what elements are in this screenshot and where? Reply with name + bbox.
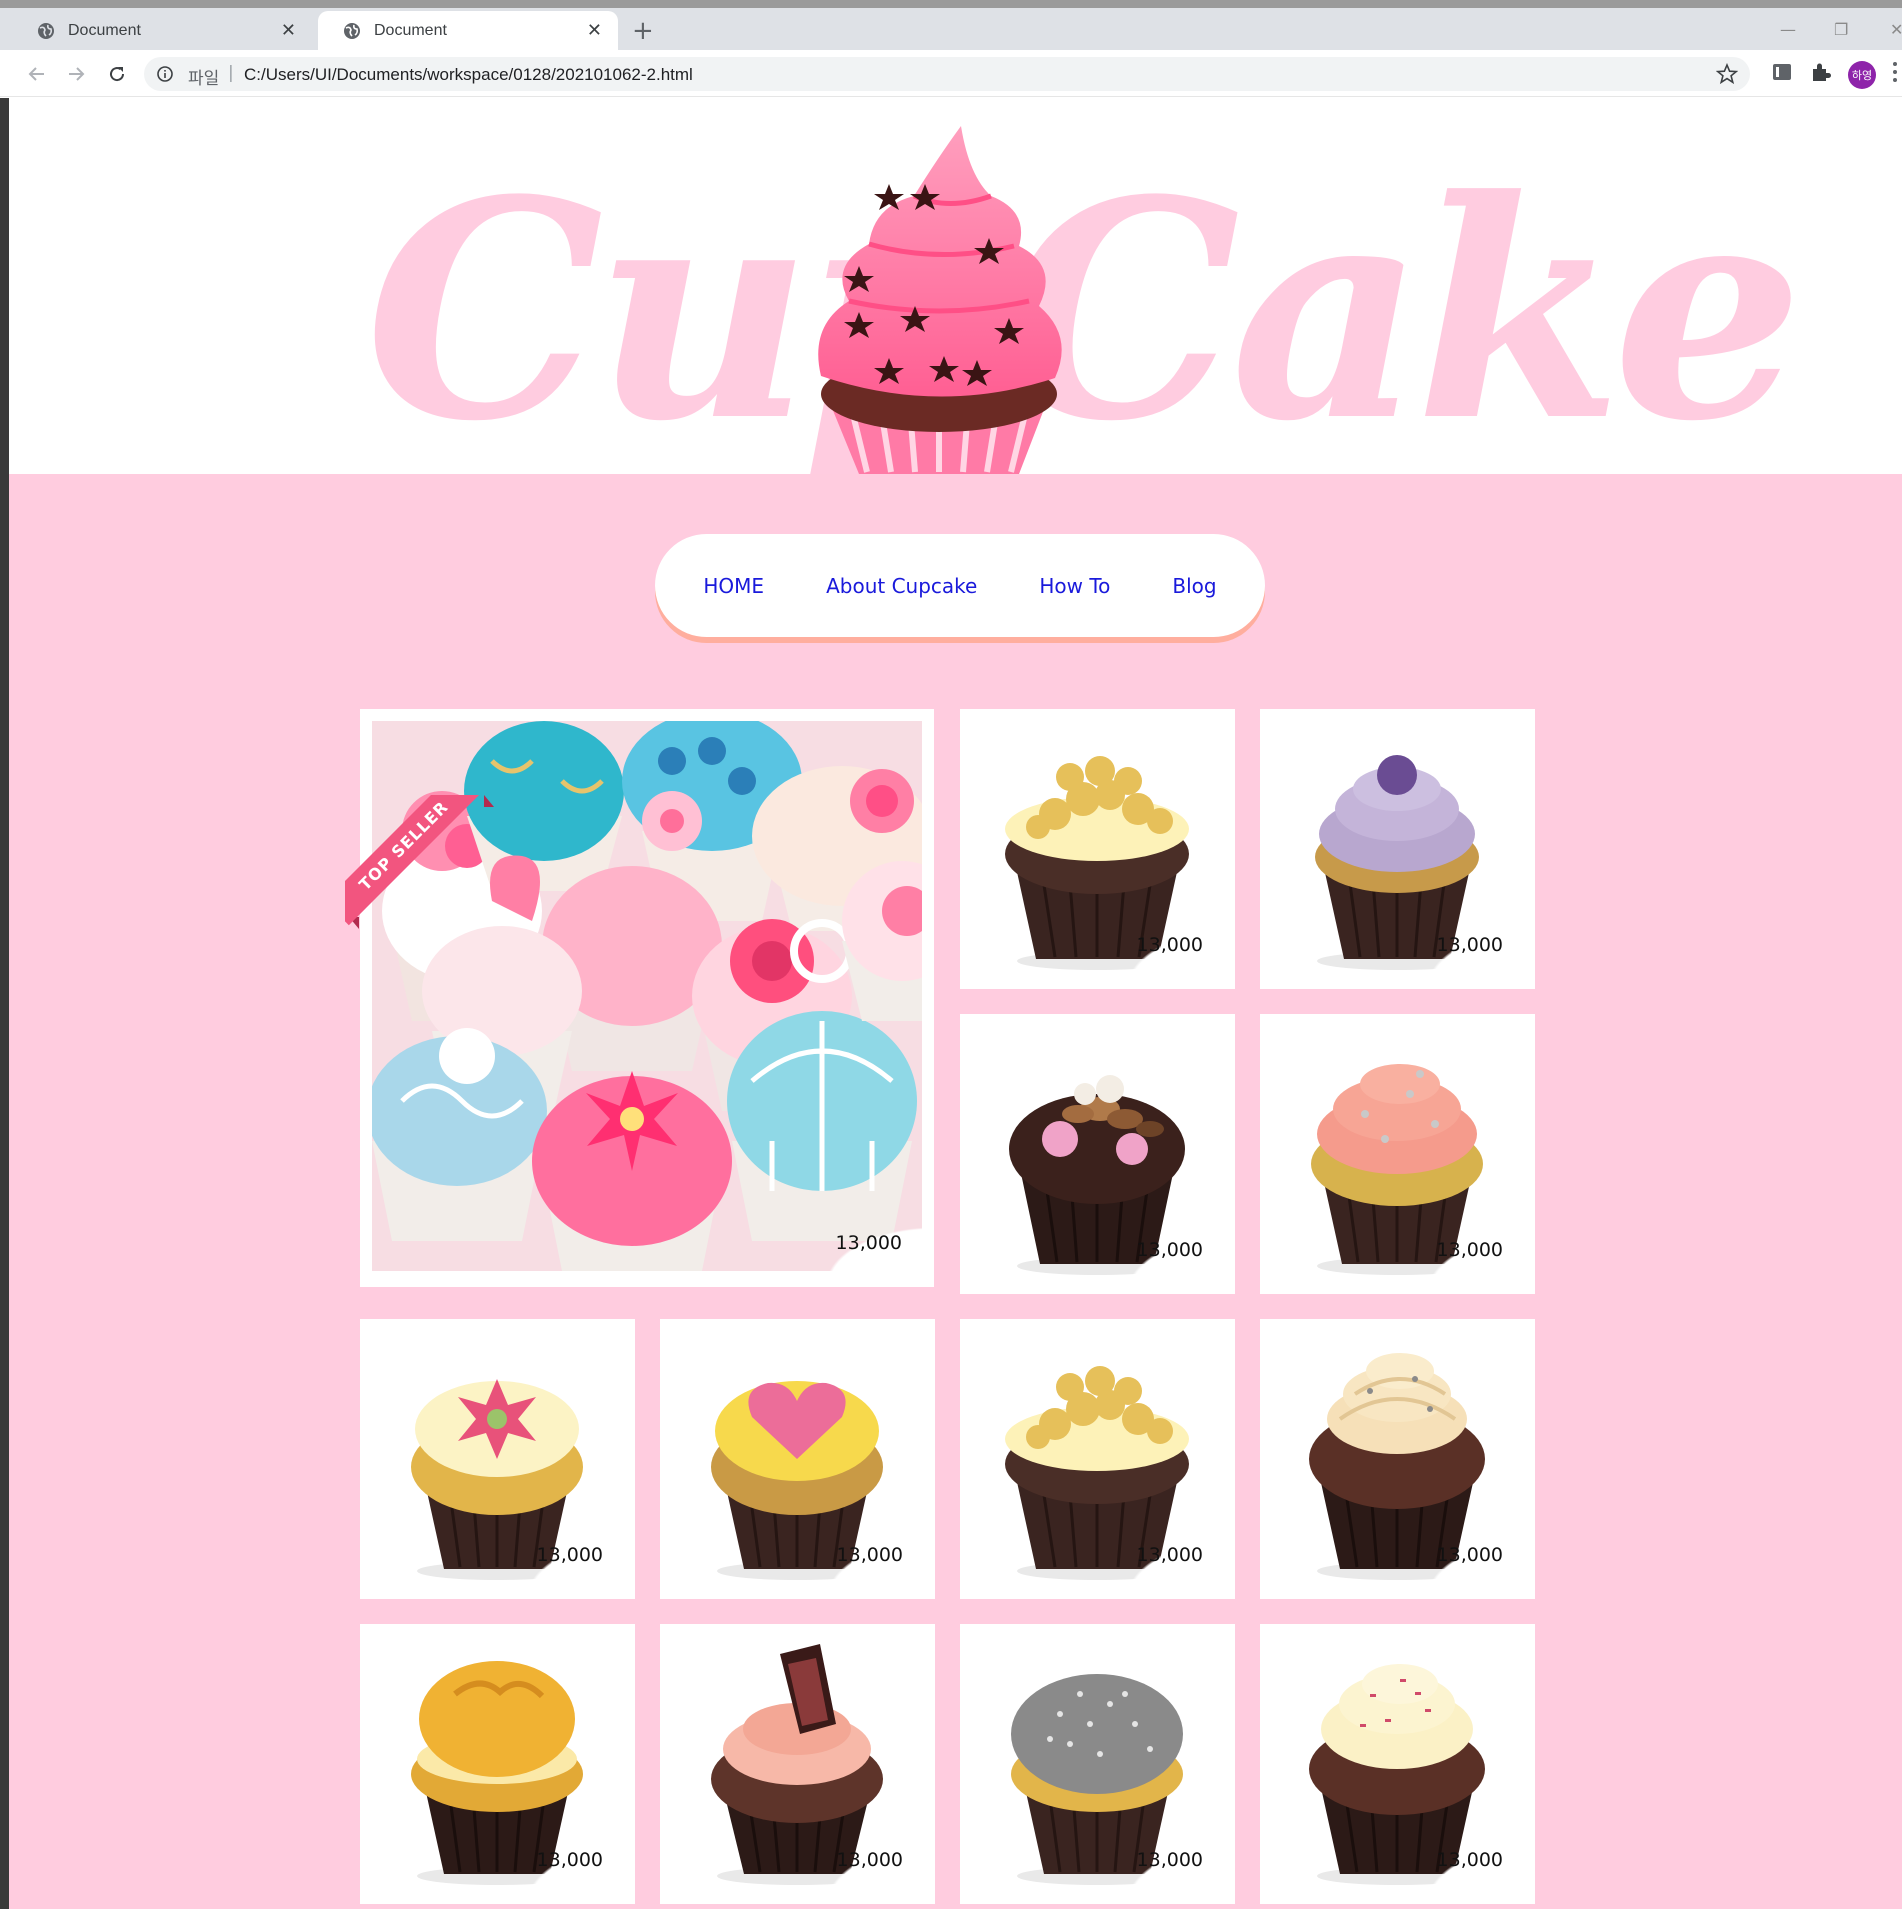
- new-tab-button[interactable]: +: [632, 18, 654, 44]
- price-tag-background: [1115, 1533, 1235, 1599]
- tab-title: Document: [68, 21, 141, 39]
- star-icon[interactable]: [1716, 63, 1738, 85]
- price-label: 13,000: [835, 1232, 902, 1254]
- price-tag-background: [1415, 1838, 1535, 1904]
- site-header: CupCake: [9, 98, 1902, 474]
- product-card[interactable]: 13,000: [960, 709, 1235, 989]
- page-viewport: CupCake HOME About Cupcake How To Blog 1…: [9, 98, 1902, 1909]
- product-card[interactable]: 13,000: [1260, 1624, 1535, 1904]
- price-label: 13,000: [1436, 1239, 1503, 1261]
- globe-icon: [38, 22, 54, 39]
- price-label: 13,000: [1136, 934, 1203, 956]
- price-label: 13,000: [1436, 1544, 1503, 1566]
- product-card[interactable]: 13,000: [660, 1319, 935, 1599]
- price-tag-background: [1115, 923, 1235, 989]
- globe-icon: [344, 22, 360, 39]
- browser-toolbar: 파일 | C:/Users/UI/Documents/workspace/012…: [0, 50, 1902, 97]
- tab-document-2[interactable]: Document ✕: [318, 11, 618, 50]
- window-left-edge: [0, 98, 9, 1909]
- price-label: 13,000: [836, 1544, 903, 1566]
- product-card[interactable]: 13,000: [960, 1319, 1235, 1599]
- close-tab-icon[interactable]: ✕: [281, 20, 296, 40]
- price-label: 13,000: [1436, 1849, 1503, 1871]
- price-label: 13,000: [536, 1544, 603, 1566]
- close-tab-icon[interactable]: ✕: [587, 20, 602, 40]
- price-tag-background: [1415, 923, 1535, 989]
- forward-arrow-icon: [69, 67, 85, 81]
- nav-how-to[interactable]: How To: [1039, 574, 1110, 598]
- product-card[interactable]: 13,000: [960, 1624, 1235, 1904]
- nav-about-cupcake[interactable]: About Cupcake: [826, 574, 977, 598]
- product-card[interactable]: 13,000: [1260, 709, 1535, 989]
- reader-icon[interactable]: [1771, 61, 1793, 83]
- tab-strip: Document ✕ Document ✕ + — ❐ ✕: [0, 8, 1902, 50]
- info-icon[interactable]: [156, 65, 174, 83]
- back-button[interactable]: [24, 61, 50, 87]
- price-label: 13,000: [536, 1849, 603, 1871]
- product-card[interactable]: 13,000: [360, 1624, 635, 1904]
- price-tag-background: [815, 1533, 935, 1599]
- top-seller-label: TOP SELLER: [345, 795, 484, 926]
- minimize-icon[interactable]: —: [1780, 20, 1796, 39]
- product-card[interactable]: 13,000: [360, 1319, 635, 1599]
- price-label: 13,000: [1436, 934, 1503, 956]
- window-close-icon[interactable]: ✕: [1890, 20, 1902, 39]
- top-seller-ribbon: TOP SELLER: [345, 795, 505, 955]
- price-tag-background: [1415, 1228, 1535, 1294]
- url-text[interactable]: C:/Users/UI/Documents/workspace/0128/202…: [244, 65, 693, 85]
- puzzle-icon[interactable]: [1810, 61, 1832, 83]
- product-card[interactable]: 13,000: [1260, 1014, 1535, 1294]
- price-label: 13,000: [836, 1849, 903, 1871]
- price-tag-background: [515, 1838, 635, 1904]
- restore-icon[interactable]: ❐: [1834, 20, 1848, 39]
- menu-icon[interactable]: [1893, 62, 1899, 86]
- tab-document-1[interactable]: Document ✕: [12, 11, 312, 50]
- address-bar[interactable]: 파일 | C:/Users/UI/Documents/workspace/012…: [144, 57, 1750, 91]
- reload-icon: [110, 67, 125, 82]
- product-card[interactable]: 13,000: [1260, 1319, 1535, 1599]
- product-card[interactable]: 13,000: [660, 1624, 935, 1904]
- back-arrow-icon: [28, 67, 44, 81]
- window-top-border: [0, 0, 1902, 8]
- price-tag-background: [814, 1221, 934, 1287]
- price-label: 13,000: [1136, 1239, 1203, 1261]
- price-tag-background: [1415, 1533, 1535, 1599]
- forward-button[interactable]: [63, 61, 89, 87]
- profile-avatar[interactable]: 하영: [1848, 61, 1876, 89]
- browser-window: { "browser": { "tabs": [ {"title": "Docu…: [0, 0, 1902, 1909]
- product-card[interactable]: 13,000: [960, 1014, 1235, 1294]
- nav-blog[interactable]: Blog: [1172, 574, 1216, 598]
- main-nav: HOME About Cupcake How To Blog: [655, 534, 1265, 637]
- price-tag-background: [1115, 1838, 1235, 1904]
- nav-home[interactable]: HOME: [703, 574, 764, 598]
- scheme-separator: |: [228, 63, 234, 83]
- cupcake-logo-icon: [818, 126, 1062, 474]
- price-tag-background: [815, 1838, 935, 1904]
- price-tag-background: [515, 1533, 635, 1599]
- tab-title: Document: [374, 21, 447, 39]
- reload-button[interactable]: [104, 61, 130, 87]
- price-label: 13,000: [1136, 1544, 1203, 1566]
- price-tag-background: [1115, 1228, 1235, 1294]
- scheme-label: 파일: [188, 69, 220, 89]
- price-label: 13,000: [1136, 1849, 1203, 1871]
